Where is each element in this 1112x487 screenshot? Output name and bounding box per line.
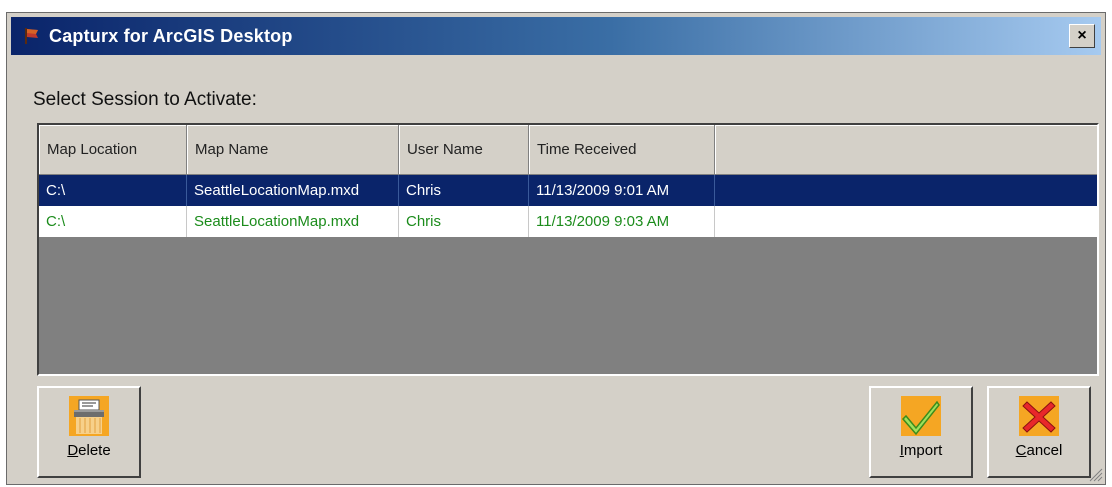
column-header-user-name[interactable]: User Name [399, 125, 529, 175]
delete-button-label: Delete [67, 442, 111, 459]
cell-map-name: SeattleLocationMap.mxd [187, 175, 399, 206]
cell-map-location: C:\ [39, 206, 187, 237]
checkmark-icon [901, 396, 941, 436]
table-row[interactable]: C:\ SeattleLocationMap.mxd Chris 11/13/2… [39, 206, 1097, 237]
cell-map-location: C:\ [39, 175, 187, 206]
close-icon: × [1077, 27, 1087, 44]
cell-user-name: Chris [399, 175, 529, 206]
cell-time-received: 11/13/2009 9:01 AM [529, 175, 715, 206]
session-list[interactable]: Map Location Map Name User Name Time Rec… [37, 123, 1099, 376]
column-header-map-name[interactable]: Map Name [187, 125, 399, 175]
cell-time-received: 11/13/2009 9:03 AM [529, 206, 715, 237]
cell-map-name: SeattleLocationMap.mxd [187, 206, 399, 237]
cell-filler [715, 206, 1097, 237]
app-flag-icon [23, 27, 41, 45]
table-row[interactable]: C:\ SeattleLocationMap.mxd Chris 11/13/2… [39, 175, 1097, 206]
resize-grip-icon[interactable] [1087, 466, 1103, 482]
column-header-time-received[interactable]: Time Received [529, 125, 715, 175]
window-title: Capturx for ArcGIS Desktop [49, 25, 293, 46]
dialog-window: Capturx for ArcGIS Desktop × Select Sess… [6, 12, 1106, 485]
delete-button[interactable]: Delete [37, 386, 141, 478]
column-header-filler [715, 125, 1097, 175]
cancel-button-label: Cancel [1015, 442, 1063, 459]
red-x-icon [1019, 396, 1059, 436]
cell-user-name: Chris [399, 206, 529, 237]
import-button-label: Import [899, 442, 943, 459]
instruction-label: Select Session to Activate: [33, 89, 257, 110]
column-header-map-location[interactable]: Map Location [39, 125, 187, 175]
shredder-icon [69, 396, 109, 436]
close-button[interactable]: × [1069, 24, 1095, 48]
cancel-button[interactable]: Cancel [987, 386, 1091, 478]
title-bar[interactable]: Capturx for ArcGIS Desktop × [11, 17, 1101, 55]
list-header: Map Location Map Name User Name Time Rec… [39, 125, 1097, 175]
import-button[interactable]: Import [869, 386, 973, 478]
cell-filler [715, 175, 1097, 206]
